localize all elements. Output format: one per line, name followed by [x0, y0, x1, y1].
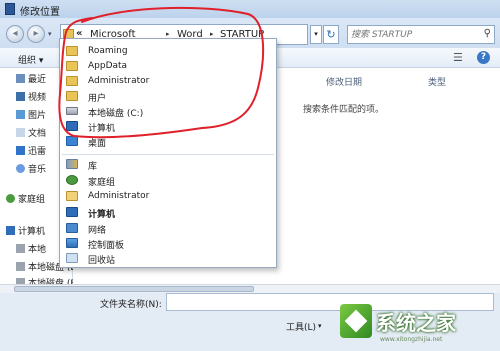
folder-name-label: 文件夹名称(N): [100, 300, 162, 310]
libraries-icon [66, 159, 78, 169]
desktop-icon [66, 136, 78, 146]
chevron-down-icon[interactable]: ▾ [318, 322, 322, 330]
title-bar: 修改位置 [0, 0, 500, 18]
empty-folder-message: 搜索条件匹配的项。 [303, 105, 385, 115]
site-watermark: 系统之家 www.xitongzhijia.net [340, 300, 498, 348]
control-panel-icon [66, 238, 78, 248]
user-folder-icon [66, 191, 78, 201]
computer-icon [6, 226, 15, 235]
recent-locations-dropdown[interactable]: ▾ [48, 30, 52, 38]
dropdown-item-recycle-bin[interactable]: 回收站 [66, 252, 266, 266]
computer-icon [66, 121, 78, 131]
sidebar-item-homegroup[interactable]: 家庭组 [6, 192, 45, 206]
dropdown-item-administrator[interactable]: Administrator [66, 75, 266, 89]
network-icon [66, 223, 78, 233]
dropdown-item-homegroup[interactable]: 家庭组 [66, 174, 266, 188]
watermark-logo-icon [340, 304, 372, 338]
watermark-url: www.xitongzhijia.net [380, 336, 443, 343]
back-arrow-icon[interactable]: ◂ [6, 25, 24, 43]
dropdown-divider [62, 154, 274, 155]
homegroup-icon [6, 194, 15, 203]
organize-button[interactable]: 组织 ▾ [18, 53, 43, 66]
search-icon[interactable]: ⚲ [484, 28, 491, 39]
sidebar-item-computer[interactable]: 计算机 [6, 224, 45, 238]
address-dropdown-button[interactable]: ▾ [310, 25, 322, 44]
word-app-icon [5, 3, 15, 15]
music-icon [16, 164, 25, 173]
folder-icon [66, 91, 78, 101]
breadcrumb-separator-icon[interactable]: ▸ [210, 30, 214, 38]
videos-icon [16, 92, 25, 101]
folder-icon [66, 76, 78, 86]
dropdown-item-computer[interactable]: 计算机 [66, 120, 266, 134]
dropdown-item-local-disk-c[interactable]: 本地磁盘 (C:) [66, 105, 266, 119]
computer-icon [66, 207, 78, 217]
column-header-type[interactable]: 类型 [428, 75, 446, 88]
folder-icon [66, 61, 78, 71]
sidebar-item-local-disk[interactable]: 本地 [16, 242, 46, 256]
dropdown-item-users[interactable]: 用户 [66, 90, 266, 104]
help-icon[interactable]: ? [477, 51, 490, 64]
sidebar-item-thunder[interactable]: 迅雷 [16, 144, 46, 158]
column-header-date-modified[interactable]: 修改日期 [326, 75, 362, 88]
refresh-icon[interactable]: ↻ [323, 25, 339, 44]
dropdown-item-computer-current[interactable]: 计算机 [66, 206, 266, 220]
dropdown-item-control-panel[interactable]: 控制面板 [66, 237, 266, 251]
homegroup-icon [66, 175, 78, 185]
sidebar-item-videos[interactable]: 视频 [16, 90, 46, 104]
dropdown-item-libraries[interactable]: 库 [66, 158, 266, 172]
dropdown-item-roaming[interactable]: Roaming [66, 45, 266, 59]
address-history-dropdown: Roaming AppData Administrator 用户 本地磁盘 (C… [59, 38, 277, 268]
local-disk-icon [16, 262, 25, 271]
window-title: 修改位置 [20, 7, 60, 18]
search-box[interactable]: ⚲ [347, 25, 495, 44]
folder-icon [66, 46, 78, 56]
sidebar-item-recent[interactable]: 最近 [16, 72, 46, 86]
search-input[interactable] [351, 28, 476, 41]
recent-places-icon [16, 74, 25, 83]
watermark-text: 系统之家 [376, 311, 456, 335]
thunder-icon [16, 146, 25, 155]
sidebar-item-documents[interactable]: 文档 [16, 126, 46, 140]
horizontal-scrollbar[interactable] [0, 284, 500, 293]
sidebar-item-music[interactable]: 音乐 [16, 162, 46, 176]
scrollbar-thumb[interactable] [14, 286, 254, 292]
local-disk-icon [66, 107, 78, 115]
local-disk-icon [16, 244, 25, 253]
breadcrumb-separator-icon[interactable]: ▸ [166, 30, 170, 38]
dropdown-item-network[interactable]: 网络 [66, 222, 266, 236]
recycle-bin-icon [66, 253, 78, 263]
view-options-icon[interactable]: ☰ [453, 51, 463, 64]
dropdown-item-desktop[interactable]: 桌面 [66, 135, 266, 149]
tools-button[interactable]: 工具(L) [286, 320, 316, 333]
forward-arrow-icon[interactable]: ▸ [27, 25, 45, 43]
sidebar-item-pictures[interactable]: 图片 [16, 108, 46, 122]
documents-icon [16, 128, 25, 137]
pictures-icon [16, 110, 25, 119]
dropdown-item-administrator-user[interactable]: Administrator [66, 190, 266, 204]
dropdown-item-appdata[interactable]: AppData [66, 60, 266, 74]
